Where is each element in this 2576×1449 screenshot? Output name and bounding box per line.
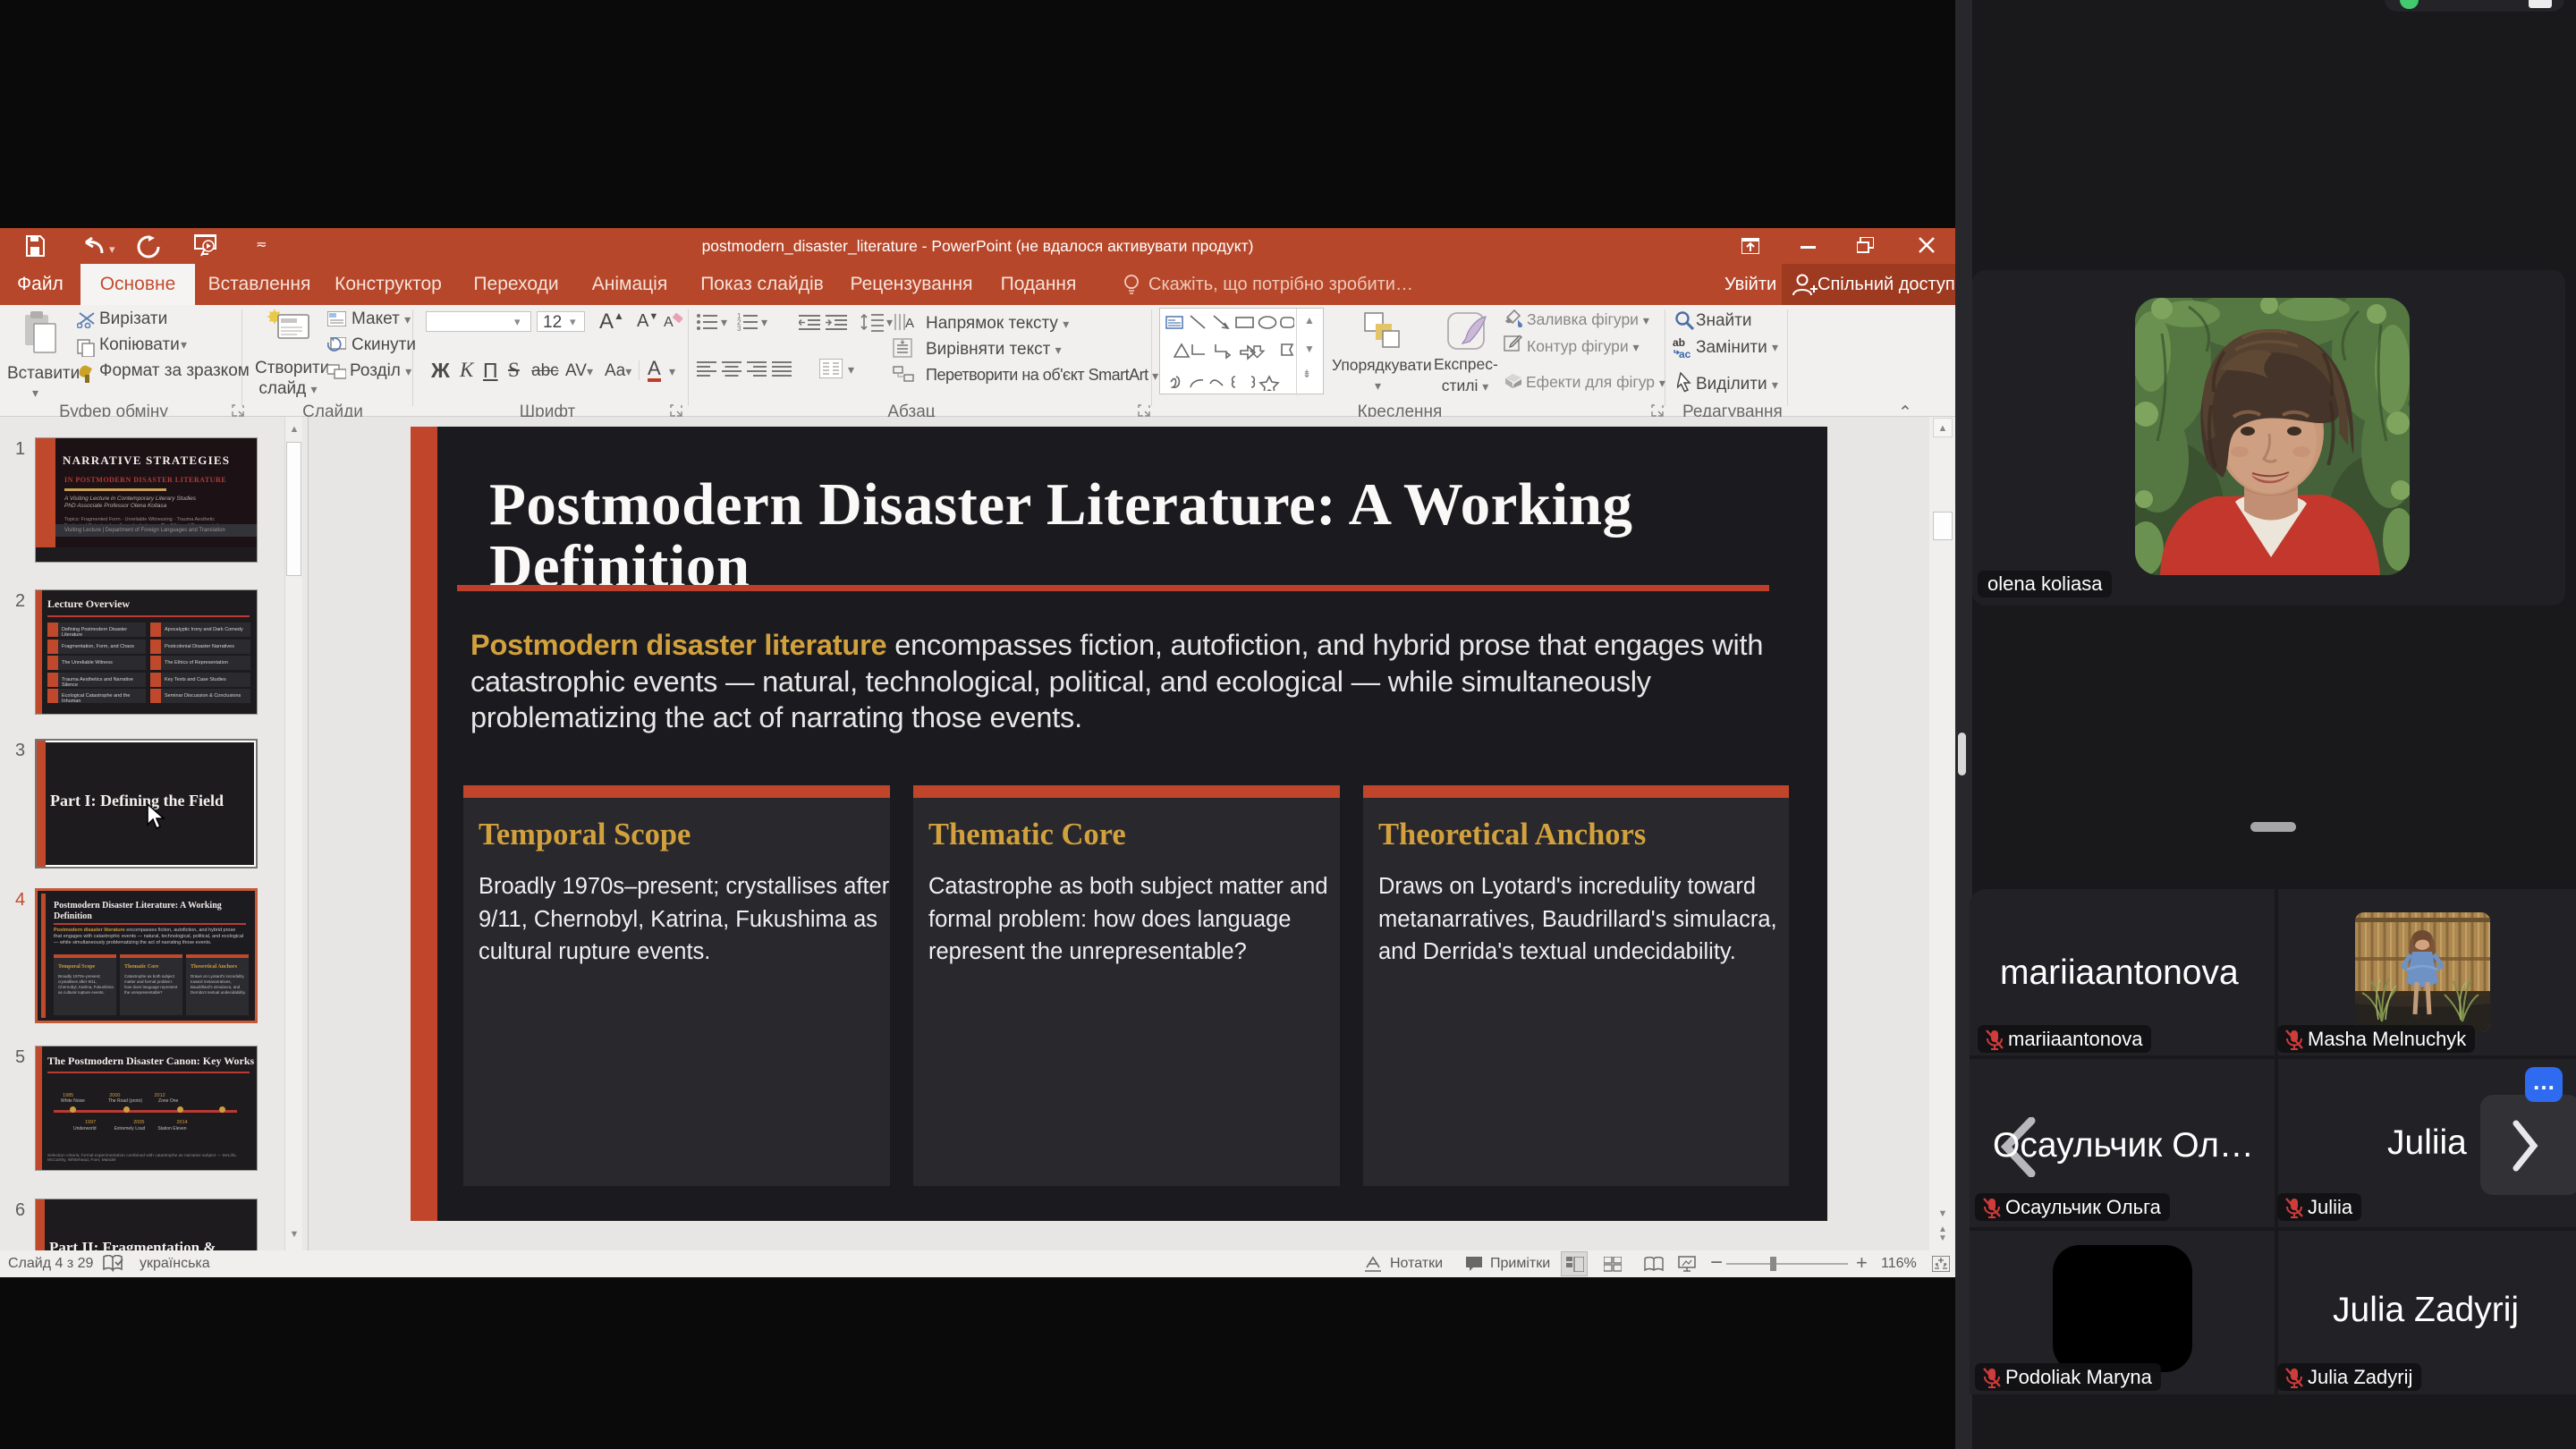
svg-text:3: 3 bbox=[737, 325, 741, 331]
svg-text:А: А bbox=[664, 315, 674, 330]
svg-text:A: A bbox=[905, 316, 914, 331]
svg-text:ac: ac bbox=[1679, 348, 1691, 359]
